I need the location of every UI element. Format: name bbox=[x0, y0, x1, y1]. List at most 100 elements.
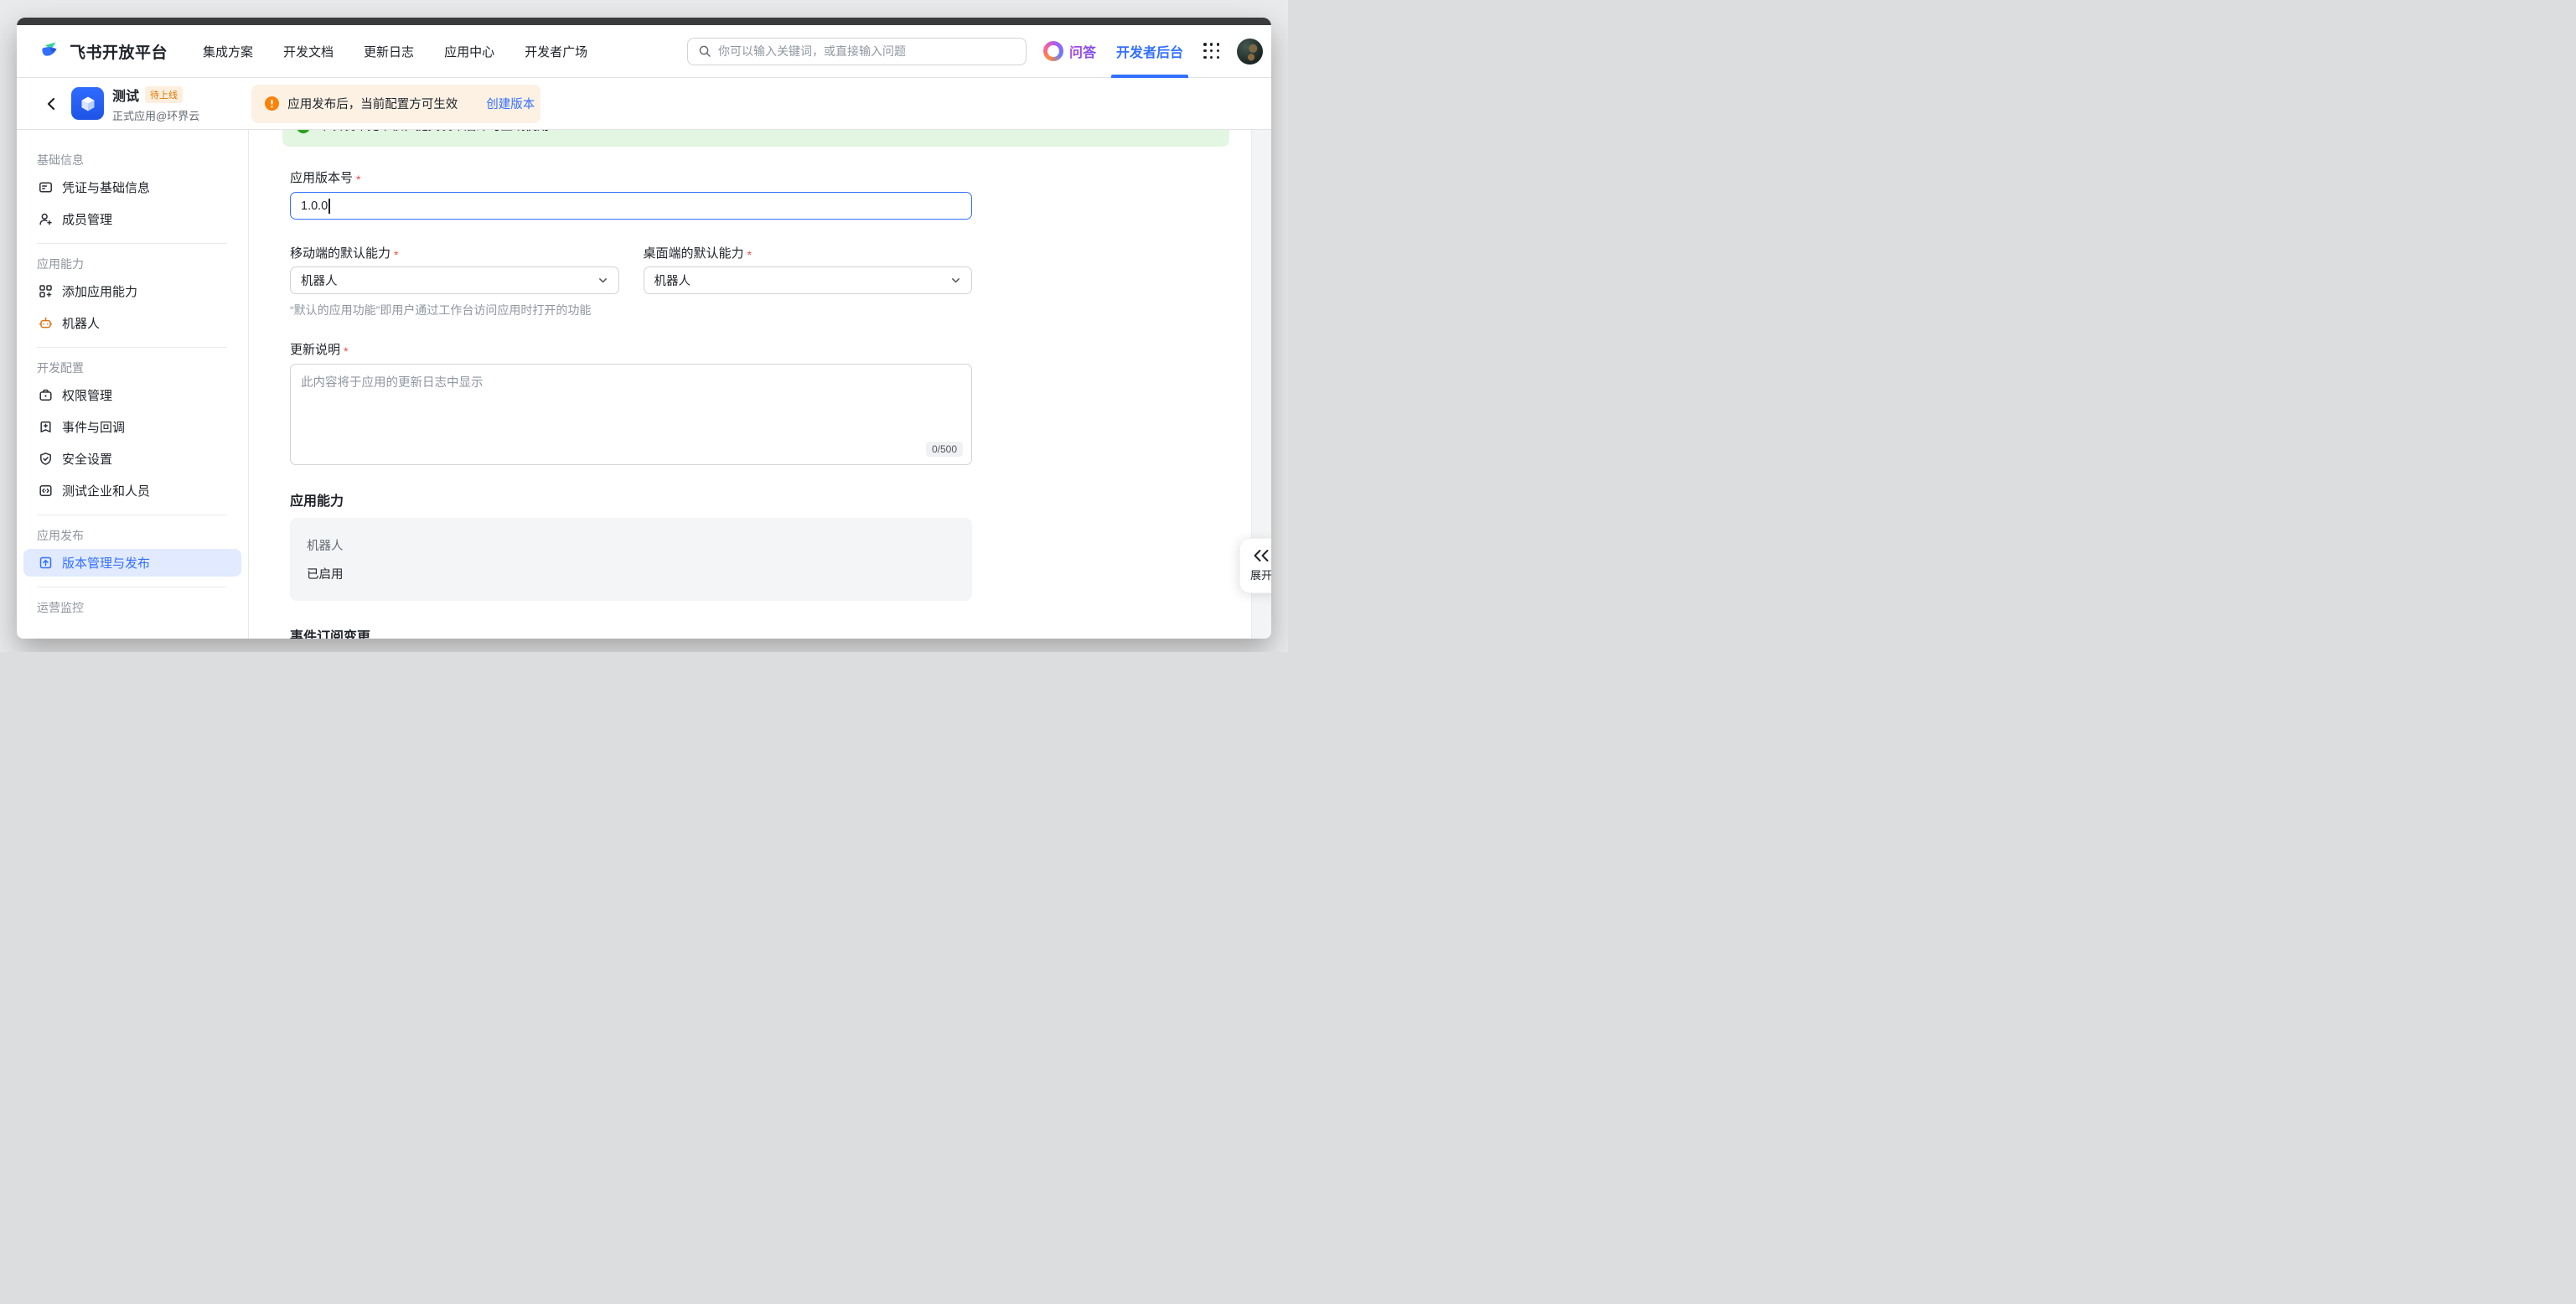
desktop-capability-label: 桌面端的默认能力* bbox=[644, 244, 973, 261]
success-check-icon bbox=[296, 130, 311, 134]
version-value: 1.0.0 bbox=[301, 199, 328, 213]
selected-value: 机器人 bbox=[301, 272, 338, 289]
feishu-logo-icon bbox=[39, 39, 63, 64]
sidebar-item-version-release-active[interactable]: 版本管理与发布 bbox=[23, 549, 241, 577]
version-form: 应用版本号* 1.0.0 移动端的默认能力* bbox=[290, 168, 972, 639]
sidebar-item-label: 成员管理 bbox=[62, 210, 112, 228]
sidebar-section-dev-config: 开发配置 bbox=[37, 360, 248, 376]
briefcase-icon bbox=[39, 388, 53, 402]
release-notes-textarea[interactable] bbox=[291, 365, 971, 464]
sidebar-item-permissions[interactable]: 权限管理 bbox=[23, 381, 241, 409]
mobile-capability-select[interactable]: 机器人 bbox=[290, 266, 619, 294]
selected-value: 机器人 bbox=[654, 272, 691, 289]
sidebar-divider bbox=[37, 243, 226, 244]
sidebar-item-label: 凭证与基础信息 bbox=[62, 179, 150, 196]
apps-grid-icon[interactable] bbox=[1203, 43, 1220, 60]
bookmark-plus-icon bbox=[39, 420, 53, 434]
version-input[interactable]: 1.0.0 bbox=[290, 192, 972, 220]
alert-text: 应用发布后，当前配置方可生效 bbox=[287, 95, 458, 112]
nav-links: 集成方案 开发文档 更新日志 应用中心 开发者广场 bbox=[203, 43, 587, 60]
sidebar-section-capabilities: 应用能力 bbox=[37, 256, 248, 272]
alert-icon bbox=[265, 96, 279, 111]
search-box[interactable] bbox=[687, 38, 1027, 65]
app-capability-panel: 机器人 已启用 bbox=[290, 518, 972, 601]
event-subscription-title: 事件订阅变更 bbox=[290, 625, 972, 639]
id-card-icon bbox=[39, 180, 53, 194]
sidebar-item-label: 事件与回调 bbox=[62, 418, 125, 436]
sidebar-item-test-org[interactable]: 测试企业和人员 bbox=[23, 477, 241, 505]
sidebar-item-events[interactable]: 事件与回调 bbox=[23, 413, 241, 441]
sidebar-item-label: 测试企业和人员 bbox=[62, 482, 150, 499]
sidebar-item-credentials[interactable]: 凭证与基础信息 bbox=[23, 173, 241, 201]
search-input[interactable] bbox=[718, 44, 1016, 58]
desktop: 飞书开放平台 集成方案 开发文档 更新日志 应用中心 开发者广场 问答 bbox=[0, 0, 1288, 652]
nav-link-developer-console-active[interactable]: 开发者后台 bbox=[1116, 25, 1183, 78]
sidebar-section-basic-info: 基础信息 bbox=[37, 152, 248, 168]
create-version-link[interactable]: 创建版本 bbox=[486, 95, 535, 112]
app-subtitle: 正式应用@环界云 bbox=[112, 107, 199, 123]
mobile-capability-label: 移动端的默认能力* bbox=[290, 244, 619, 261]
nav-link-changelog[interactable]: 更新日志 bbox=[364, 43, 414, 60]
capability-hint: “默认的应用功能”即用户通过工作台访问应用时打开的功能 bbox=[290, 302, 619, 318]
required-mark: * bbox=[356, 173, 360, 186]
required-mark: * bbox=[394, 248, 398, 261]
capability-status: 已启用 bbox=[307, 565, 955, 582]
sidebar-item-members[interactable]: 成员管理 bbox=[23, 205, 241, 233]
upload-box-icon bbox=[39, 556, 53, 570]
status-badge: 待上线 bbox=[145, 86, 183, 103]
sidebar-item-security[interactable]: 安全设置 bbox=[23, 445, 241, 473]
char-counter: 0/500 bbox=[926, 442, 963, 457]
main-content: 本次发布免审核，提交发布后即可上线使用 应用版本号* 1.0.0 bbox=[249, 130, 1251, 639]
app-meta: 测试 待上线 正式应用@环界云 bbox=[112, 85, 199, 123]
sidebar-item-label: 权限管理 bbox=[62, 386, 112, 404]
qa-entry[interactable]: 问答 bbox=[1043, 41, 1096, 61]
expand-panel-button[interactable]: 展开 bbox=[1239, 538, 1271, 593]
capability-name: 机器人 bbox=[307, 536, 955, 554]
sidebar-item-add-capability[interactable]: 添加应用能力 bbox=[23, 277, 241, 305]
person-plus-icon bbox=[39, 212, 53, 226]
mobile-capability-field: 移动端的默认能力* 机器人 “默认的应用功能”即用户通过工作台访问应用时打开的功… bbox=[290, 244, 619, 318]
desktop-capability-field: 桌面端的默认能力* 机器人 bbox=[644, 244, 973, 318]
app-capability-title: 应用能力 bbox=[290, 489, 972, 510]
double-chevron-left-icon bbox=[1252, 549, 1270, 562]
release-notes-field: 0/500 bbox=[290, 364, 972, 465]
nav-link-dev-plaza[interactable]: 开发者广场 bbox=[525, 43, 587, 60]
success-banner-text: 本次发布免审核，提交发布后即可上线使用 bbox=[318, 130, 550, 136]
qa-label: 问答 bbox=[1069, 41, 1096, 61]
sidebar-divider bbox=[37, 347, 226, 348]
text-caret bbox=[328, 199, 330, 214]
desktop-capability-select[interactable]: 机器人 bbox=[644, 266, 973, 294]
version-label: 应用版本号* bbox=[290, 168, 972, 186]
nav-link-app-center[interactable]: 应用中心 bbox=[444, 43, 494, 60]
required-mark: * bbox=[747, 248, 752, 261]
sidebar: 基础信息 凭证与基础信息 bbox=[17, 130, 249, 639]
user-avatar[interactable] bbox=[1237, 39, 1263, 65]
feishu-logo[interactable]: 飞书开放平台 bbox=[39, 39, 168, 64]
sidebar-section-monitoring: 运营监控 bbox=[37, 599, 248, 616]
release-notes-label: 更新说明* bbox=[290, 340, 972, 358]
sidebar-section-release: 应用发布 bbox=[37, 527, 248, 544]
sidebar-item-label: 机器人 bbox=[62, 314, 100, 332]
chevron-down-icon bbox=[950, 275, 961, 286]
back-button[interactable] bbox=[42, 95, 60, 113]
app-icon bbox=[71, 87, 104, 120]
grid-plus-icon bbox=[39, 284, 53, 298]
required-mark: * bbox=[344, 344, 348, 358]
app-header: 测试 待上线 正式应用@环界云 应用发布后，当前配置方可生效 创建版本 bbox=[17, 78, 1271, 130]
chevron-down-icon bbox=[597, 275, 608, 286]
top-navbar: 飞书开放平台 集成方案 开发文档 更新日志 应用中心 开发者广场 问答 bbox=[17, 25, 1271, 78]
logo-text: 飞书开放平台 bbox=[70, 40, 168, 63]
publish-alert-banner: 应用发布后，当前配置方可生效 创建版本 bbox=[251, 85, 541, 123]
robot-icon bbox=[39, 316, 53, 330]
browser-window: 飞书开放平台 集成方案 开发文档 更新日志 应用中心 开发者广场 问答 bbox=[17, 18, 1271, 639]
qa-gradient-ring-icon bbox=[1043, 41, 1063, 61]
sidebar-item-bot[interactable]: 机器人 bbox=[23, 309, 241, 337]
search-icon bbox=[698, 44, 711, 58]
code-box-icon bbox=[39, 484, 53, 498]
window-titlebar bbox=[17, 18, 1271, 25]
nav-link-solutions[interactable]: 集成方案 bbox=[203, 43, 253, 60]
nav-link-docs[interactable]: 开发文档 bbox=[283, 43, 334, 60]
success-banner: 本次发布免审核，提交发布后即可上线使用 bbox=[282, 130, 1229, 147]
body-row: 基础信息 凭证与基础信息 bbox=[17, 130, 1271, 639]
shield-check-icon bbox=[39, 452, 53, 466]
